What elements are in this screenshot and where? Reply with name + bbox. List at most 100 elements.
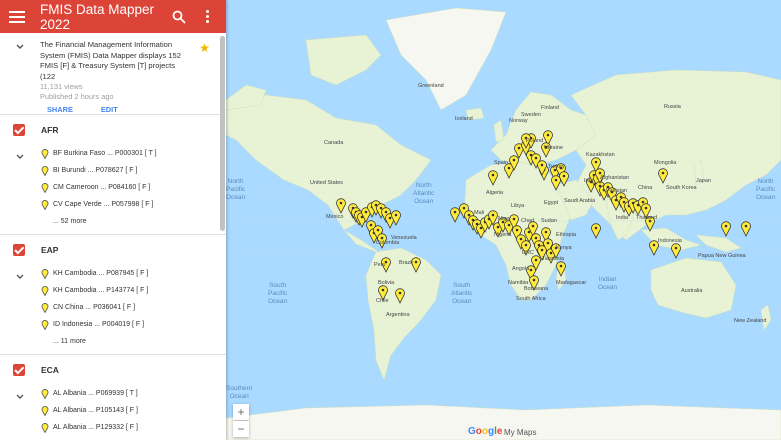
list-item[interactable]: AL Albania ... P129332 [ F ] xyxy=(0,419,226,436)
list-item[interactable]: CM Cameroon ... P084160 [ F ] xyxy=(0,179,226,196)
zoom-out-button[interactable]: − xyxy=(233,421,249,437)
edit-button[interactable]: EDIT xyxy=(101,105,118,114)
list-item[interactable]: BI Burundi ... P078627 [ F ] xyxy=(0,162,226,179)
map-marker-dot xyxy=(598,171,602,175)
country-label-bolivia: Bolivia xyxy=(378,280,395,286)
map-pin-icon xyxy=(41,423,49,433)
show-more-link[interactable]: ... 52 more xyxy=(0,213,226,230)
star-icon[interactable]: ★ xyxy=(199,41,210,55)
map-pin-icon xyxy=(41,406,49,416)
list-item-label: BF Burkina Faso ... P000301 [ T ] xyxy=(53,150,157,157)
map-pin-icon xyxy=(41,303,49,313)
map-info-panel: ★ The Financial Management Information S… xyxy=(0,33,226,115)
list-item[interactable]: AL Albania ... P105143 [ F ] xyxy=(0,402,226,419)
map-title: FMIS Data Mapper 2022 xyxy=(40,1,155,32)
country-label-peru: Peru xyxy=(374,262,386,268)
map-marker-dot xyxy=(652,243,656,247)
map-marker-dot xyxy=(394,213,398,217)
layer-eca: ECA AL Albania ... P069939 [ T ] AL Albani… xyxy=(0,355,226,440)
google-logo: Google xyxy=(468,426,503,437)
layer-checkbox[interactable] xyxy=(13,124,25,136)
list-item-label: ID Indonesia ... P004019 [ F ] xyxy=(53,321,145,328)
country-label-mongolia: Mongolia xyxy=(654,160,677,166)
map-marker-dot xyxy=(512,217,516,221)
country-label-ukraine: Ukraine xyxy=(544,145,563,151)
sidebar-scrollbar[interactable] xyxy=(220,36,225,231)
map-marker-dot xyxy=(507,223,511,227)
list-item[interactable]: BF Burkina Faso ... P000301 [ T ] xyxy=(0,145,226,162)
ocean-label-southern: Southern Ocean xyxy=(226,385,253,400)
country-label-egypt: Egypt xyxy=(544,200,559,206)
chevron-down-icon[interactable] xyxy=(15,392,25,402)
country-label-mexico: Mexico xyxy=(326,214,344,220)
country-label-south-africa: South Africa xyxy=(516,296,546,302)
map-marker-dot xyxy=(531,224,535,228)
map-canvas[interactable]: North Pacific Ocean North Atlantic Ocean… xyxy=(226,0,781,440)
chevron-down-icon[interactable] xyxy=(15,272,25,282)
list-item[interactable]: KH Cambodia ... P143774 [ F ] xyxy=(0,282,226,299)
share-button[interactable]: SHARE xyxy=(47,105,73,114)
ocean-label-north-pacific-east: North Pacific Ocean xyxy=(756,178,776,201)
map-marker[interactable] xyxy=(591,223,601,239)
country-label-kazakhstan: Kazakhstan xyxy=(586,152,615,158)
map-description: The Financial Management Information Sys… xyxy=(40,40,181,81)
list-item[interactable]: CN China ... P036041 [ F ] xyxy=(0,299,226,316)
country-label-niger: Niger xyxy=(498,216,512,222)
map-marker-dot xyxy=(559,264,563,268)
country-label-new-zealand: New Zealand xyxy=(734,318,767,324)
layer-checkbox[interactable] xyxy=(13,364,25,376)
country-label-mali: Mali xyxy=(474,210,485,216)
map-marker-dot xyxy=(524,243,528,247)
app-bar: FMIS Data Mapper 2022 xyxy=(0,0,226,33)
layer-list[interactable]: ★ The Financial Management Information S… xyxy=(0,33,226,440)
list-item[interactable]: ID Indonesia ... P004019 [ F ] xyxy=(0,316,226,333)
map-pin-icon xyxy=(41,269,49,279)
map-marker[interactable] xyxy=(721,221,731,237)
map-marker[interactable] xyxy=(671,243,681,259)
country-label-chad: Chad xyxy=(521,218,535,224)
more-vert-icon[interactable] xyxy=(200,10,214,24)
map-marker-dot xyxy=(491,213,495,217)
map-marker-dot xyxy=(674,246,678,250)
country-label-finland: Finland xyxy=(541,105,560,111)
map-marker-dot xyxy=(534,156,538,160)
map-marker-dot xyxy=(744,224,748,228)
map-marker-dot xyxy=(479,226,483,230)
map-marker[interactable] xyxy=(741,221,751,237)
layer-header: EAP xyxy=(0,235,226,265)
list-item-label: BI Burundi ... P078627 [ F ] xyxy=(53,167,138,174)
country-label-nigeria: Nigeria xyxy=(494,232,512,238)
map-pin-icon xyxy=(41,183,49,193)
map-marker-dot xyxy=(512,158,516,162)
list-item[interactable]: AL Albania ... P069939 [ T ] xyxy=(0,385,226,402)
map-marker[interactable] xyxy=(450,207,460,223)
chevron-down-icon[interactable] xyxy=(15,152,25,162)
menu-icon[interactable] xyxy=(9,10,25,23)
map-marker-dot xyxy=(384,210,388,214)
layer-checkbox[interactable] xyxy=(13,244,25,256)
list-item[interactable]: CV Cape Verde ... P057998 [ F ] xyxy=(0,196,226,213)
map-pin-icon xyxy=(41,286,49,296)
map-marker-dot xyxy=(534,258,538,262)
country-label-argentina: Argentina xyxy=(386,312,410,318)
map-marker-dot xyxy=(467,213,471,217)
country-label-norway: Norway xyxy=(509,118,528,124)
map-marker-dot xyxy=(379,206,383,210)
map-marker-dot xyxy=(622,200,626,204)
map-marker-dot xyxy=(496,225,500,229)
country-label-poland: Poland xyxy=(526,138,544,144)
country-label-pakistan: Pakistan xyxy=(606,188,628,194)
map-marker-dot xyxy=(491,173,495,177)
map-marker-dot xyxy=(641,200,645,204)
show-more-link[interactable]: ... 11 more xyxy=(0,333,226,350)
zoom-in-button[interactable]: + xyxy=(233,404,249,420)
list-item[interactable]: KH Cambodia ... P087945 [ F ] xyxy=(0,265,226,282)
chevron-down-icon[interactable] xyxy=(15,42,25,52)
search-icon[interactable] xyxy=(172,10,186,24)
map-marker-dot xyxy=(724,224,728,228)
country-label-canada: Canada xyxy=(324,140,344,146)
country-label-thailand: Thailand xyxy=(636,215,658,221)
list-item-label: KH Cambodia ... P143774 [ F ] xyxy=(53,287,149,294)
country-label-iceland: Iceland xyxy=(455,116,473,122)
map-marker-dot xyxy=(540,163,544,167)
